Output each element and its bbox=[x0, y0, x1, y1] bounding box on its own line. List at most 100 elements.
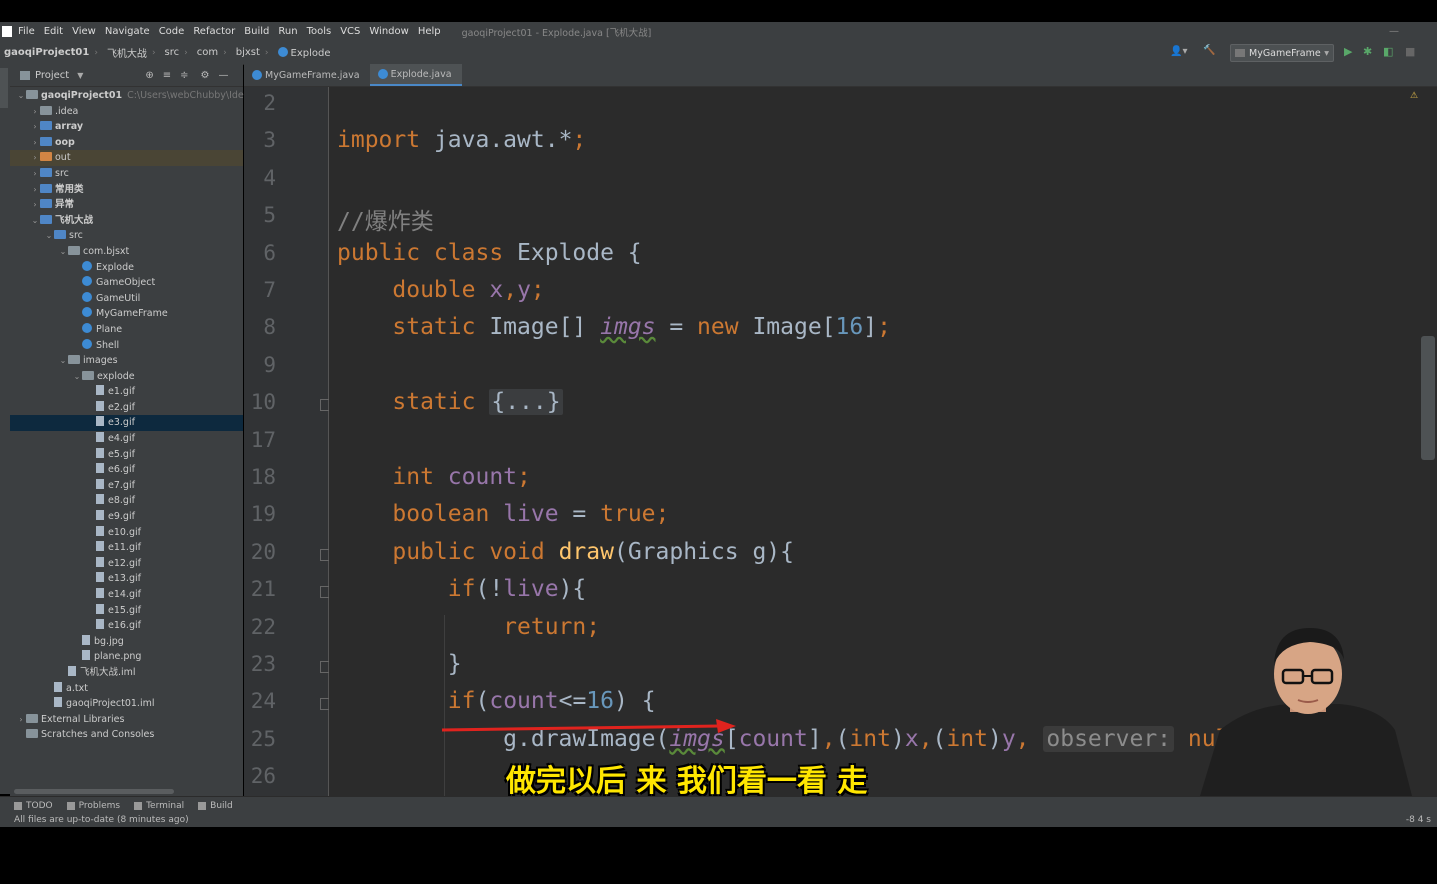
tree-item[interactable]: e8.gif bbox=[10, 493, 243, 509]
tool-window-build[interactable]: Build bbox=[198, 801, 233, 811]
code-line[interactable]: public class Explode { bbox=[337, 240, 642, 266]
tree-item[interactable]: e15.gif bbox=[10, 603, 243, 619]
stop-icon[interactable]: ■ bbox=[1405, 45, 1415, 58]
expand-arrow-icon[interactable]: ⌄ bbox=[58, 244, 68, 260]
code-line[interactable]: //爆炸类 bbox=[337, 202, 434, 236]
tree-item[interactable]: ⌄ gaoqiProject01 C:\Users\webChubby\IdeaP bbox=[10, 88, 255, 104]
collapse-all-icon[interactable]: ≑ bbox=[180, 70, 188, 81]
breadcrumb-item[interactable]: bjxst bbox=[236, 47, 260, 58]
tab-explode-java[interactable]: Explode.java bbox=[369, 64, 462, 86]
code-line[interactable]: static {...} bbox=[337, 389, 563, 416]
menu-item-vcs[interactable]: VCS bbox=[340, 26, 360, 37]
expand-arrow-icon[interactable]: › bbox=[30, 135, 40, 151]
tree-item[interactable]: Explode bbox=[10, 260, 243, 276]
tree-item[interactable]: 飞机大战.iml bbox=[10, 665, 243, 681]
code-line[interactable]: public void draw(Graphics g){ bbox=[337, 539, 794, 565]
tree-item[interactable]: e4.gif bbox=[10, 431, 243, 447]
tree-item[interactable]: e11.gif bbox=[10, 540, 243, 556]
code-line[interactable]: if(!live){ bbox=[337, 576, 587, 602]
expand-arrow-icon[interactable]: › bbox=[16, 712, 26, 728]
horizontal-scrollbar[interactable] bbox=[14, 789, 174, 794]
breadcrumb-item[interactable]: gaoqiProject01 bbox=[4, 47, 89, 58]
tree-item[interactable]: ⌄ com.bjsxt bbox=[10, 244, 243, 260]
expand-arrow-icon[interactable]: ⌄ bbox=[30, 213, 40, 229]
tree-item[interactable]: ⌄ explode bbox=[10, 369, 243, 385]
expand-arrow-icon[interactable]: ⌄ bbox=[16, 88, 26, 104]
tree-item[interactable]: › 异常 bbox=[10, 197, 243, 213]
expand-arrow-icon[interactable]: ⌄ bbox=[58, 353, 68, 369]
tree-item[interactable]: e13.gif bbox=[10, 571, 243, 587]
menu-item-edit[interactable]: Edit bbox=[44, 26, 63, 37]
menu-item-window[interactable]: Window bbox=[369, 26, 408, 37]
tree-item[interactable]: › src bbox=[10, 166, 243, 182]
project-panel-title[interactable]: Project bbox=[35, 70, 69, 81]
expand-arrow-icon[interactable]: ⌄ bbox=[44, 228, 54, 244]
tree-item[interactable]: e14.gif bbox=[10, 587, 243, 603]
expand-arrow-icon[interactable]: › bbox=[30, 150, 40, 166]
tree-item[interactable]: › 常用类 bbox=[10, 182, 243, 198]
tab-mygameframe-java[interactable]: MyGameFrame.java bbox=[244, 64, 370, 86]
code-line[interactable]: import java.awt.*; bbox=[337, 127, 586, 153]
breadcrumb-item[interactable]: com bbox=[197, 47, 218, 58]
tree-item[interactable]: Scratches and Consoles bbox=[10, 727, 243, 743]
tree-item[interactable]: › External Libraries bbox=[10, 712, 243, 728]
expand-arrow-icon[interactable]: › bbox=[30, 104, 40, 120]
expand-all-icon[interactable]: ≡ bbox=[163, 70, 171, 81]
breadcrumb-item[interactable]: Explode bbox=[277, 46, 331, 59]
vertical-scrollbar-thumb[interactable] bbox=[1421, 336, 1435, 460]
project-tool-button[interactable] bbox=[0, 68, 8, 108]
build-hammer-icon[interactable]: 🔨 bbox=[1203, 45, 1215, 56]
locate-icon[interactable]: ⊕ bbox=[145, 70, 153, 81]
tree-item[interactable]: e1.gif bbox=[10, 384, 243, 400]
breadcrumb-item[interactable]: src bbox=[165, 47, 180, 58]
code-line[interactable]: static Image[] imgs = new Image[16]; bbox=[337, 314, 891, 340]
code-line[interactable]: } bbox=[337, 651, 462, 677]
tree-item[interactable]: GameObject bbox=[10, 275, 243, 291]
tool-window-terminal[interactable]: Terminal bbox=[134, 801, 184, 811]
menu-item-code[interactable]: Code bbox=[159, 26, 185, 37]
tree-item[interactable]: e6.gif bbox=[10, 462, 243, 478]
tree-item[interactable]: › out bbox=[10, 150, 243, 166]
expand-arrow-icon[interactable]: › bbox=[30, 182, 40, 198]
tree-item[interactable]: › .idea bbox=[10, 104, 243, 120]
tree-item[interactable]: e5.gif bbox=[10, 447, 243, 463]
tree-item[interactable]: gaoqiProject01.iml bbox=[10, 696, 243, 712]
tree-item[interactable]: e16.gif bbox=[10, 618, 243, 634]
run-configuration-select[interactable]: MyGameFrame ▾ bbox=[1230, 44, 1334, 62]
tree-item[interactable]: plane.png bbox=[10, 649, 243, 665]
expand-arrow-icon[interactable]: › bbox=[30, 166, 40, 182]
tool-window-problems[interactable]: Problems bbox=[66, 801, 120, 811]
hide-panel-icon[interactable]: — bbox=[219, 70, 229, 81]
tree-item[interactable]: e7.gif bbox=[10, 478, 243, 494]
tree-item[interactable]: ⌄ 飞机大战 bbox=[10, 213, 243, 229]
tree-item[interactable]: ⌄ src bbox=[10, 228, 243, 244]
tool-window-todo[interactable]: TODO bbox=[14, 801, 53, 811]
menu-item-tools[interactable]: Tools bbox=[307, 26, 332, 37]
tree-item[interactable]: MyGameFrame bbox=[10, 306, 243, 322]
coverage-icon[interactable]: ◧ bbox=[1383, 45, 1393, 58]
menu-item-build[interactable]: Build bbox=[244, 26, 269, 37]
expand-arrow-icon[interactable]: › bbox=[30, 119, 40, 135]
menu-item-refactor[interactable]: Refactor bbox=[193, 26, 235, 37]
expand-arrow-icon[interactable]: ⌄ bbox=[72, 369, 82, 385]
code-line[interactable]: boolean live = true; bbox=[337, 501, 669, 527]
minimize-icon[interactable]: — bbox=[1389, 26, 1399, 37]
tree-item[interactable]: › oop bbox=[10, 135, 243, 151]
run-icon[interactable]: ▶ bbox=[1344, 45, 1352, 58]
debug-icon[interactable]: ✱ bbox=[1363, 45, 1372, 58]
tree-item[interactable]: e10.gif bbox=[10, 525, 243, 541]
menu-item-navigate[interactable]: Navigate bbox=[105, 26, 150, 37]
tree-item[interactable]: e3.gif bbox=[10, 415, 243, 432]
menu-item-view[interactable]: View bbox=[72, 26, 96, 37]
code-line[interactable]: return; bbox=[337, 614, 600, 640]
tree-item[interactable]: e12.gif bbox=[10, 556, 243, 572]
tree-item[interactable]: Plane bbox=[10, 322, 243, 338]
code-line[interactable]: double x,y; bbox=[337, 277, 544, 303]
breadcrumb-item[interactable]: 飞机大战 bbox=[107, 45, 147, 60]
chevron-down-icon[interactable]: ▼ bbox=[77, 71, 83, 80]
expand-arrow-icon[interactable]: › bbox=[30, 197, 40, 213]
tree-item[interactable]: GameUtil bbox=[10, 291, 243, 307]
user-icon[interactable]: 👤▾ bbox=[1170, 46, 1187, 57]
menu-item-run[interactable]: Run bbox=[278, 26, 297, 37]
tree-item[interactable]: › array bbox=[10, 119, 243, 135]
